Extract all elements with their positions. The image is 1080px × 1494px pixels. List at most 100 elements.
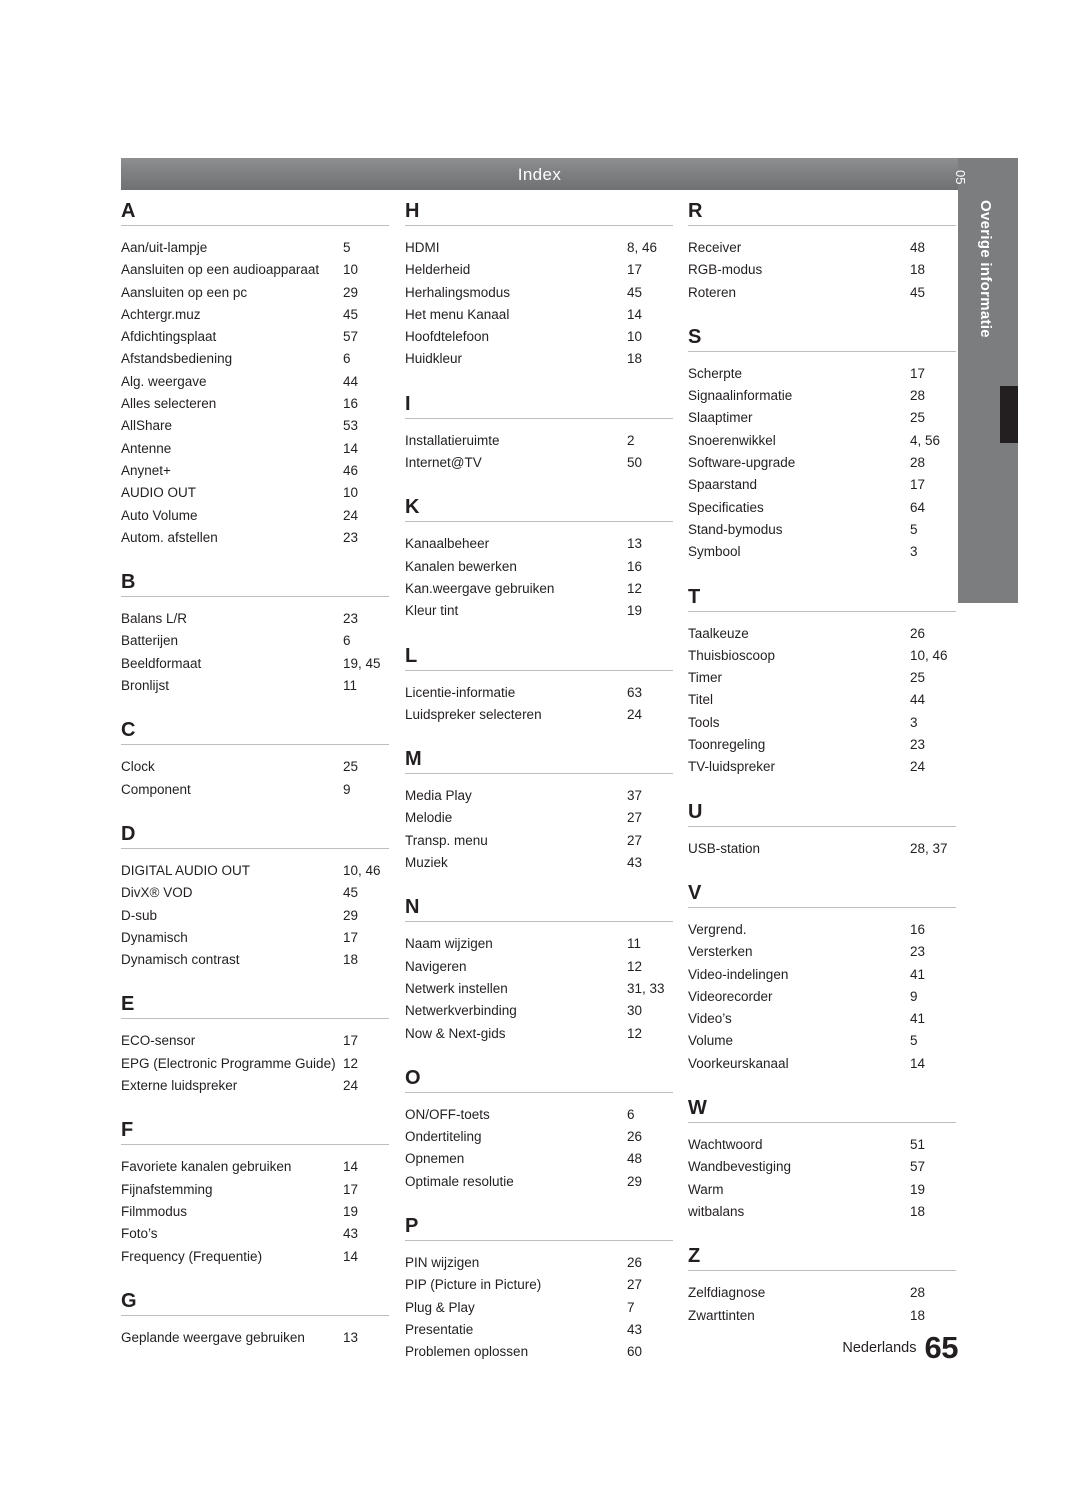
index-entry[interactable]: ECO-sensor 17 xyxy=(121,1030,389,1052)
index-entry[interactable]: Now & Next-gids 12 xyxy=(405,1023,673,1045)
index-entry[interactable]: Opnemen 48 xyxy=(405,1148,673,1170)
index-entry[interactable]: Roteren 45 xyxy=(688,282,956,304)
index-entry[interactable]: Licentie-informatie 63 xyxy=(405,682,673,704)
index-entry[interactable]: RGB-modus 18 xyxy=(688,259,956,281)
index-entry[interactable]: Symbool 3 xyxy=(688,541,956,563)
index-entry[interactable]: PIN wijzigen 26 xyxy=(405,1252,673,1274)
index-entry[interactable]: ON/OFF-toets 6 xyxy=(405,1104,673,1126)
index-entry[interactable]: Timer 25 xyxy=(688,667,956,689)
index-entry[interactable]: Externe luidspreker 24 xyxy=(121,1075,389,1097)
index-entry[interactable]: Clock 25 xyxy=(121,756,389,778)
index-entry[interactable]: AllShare 53 xyxy=(121,415,389,437)
index-entry[interactable]: Kanaalbeheer 13 xyxy=(405,533,673,555)
index-entry[interactable]: HDMI 8, 46 xyxy=(405,237,673,259)
index-entry[interactable]: Kan.weergave gebruiken 12 xyxy=(405,578,673,600)
index-entry[interactable]: Wachtwoord 51 xyxy=(688,1134,956,1156)
index-entry[interactable]: Auto Volume 24 xyxy=(121,505,389,527)
index-entry[interactable]: Alg. weergave 44 xyxy=(121,371,389,393)
index-entry[interactable]: Problemen oplossen 60 xyxy=(405,1341,673,1363)
index-entry[interactable]: Installatieruimte 2 xyxy=(405,430,673,452)
index-entry[interactable]: Component 9 xyxy=(121,779,389,801)
index-entry[interactable]: Receiver 48 xyxy=(688,237,956,259)
index-entry[interactable]: Titel 44 xyxy=(688,689,956,711)
index-entry[interactable]: Autom. afstellen 23 xyxy=(121,527,389,549)
index-entry[interactable]: Luidspreker selecteren 24 xyxy=(405,704,673,726)
index-entry[interactable]: Aansluiten op een audioapparaat 10 xyxy=(121,259,389,281)
index-entry[interactable]: Spaarstand 17 xyxy=(688,474,956,496)
index-entry[interactable]: Slaaptimer 25 xyxy=(688,407,956,429)
index-entry[interactable]: Batterijen 6 xyxy=(121,630,389,652)
index-entry[interactable]: TV-luidspreker 24 xyxy=(688,756,956,778)
index-entry[interactable]: D-sub 29 xyxy=(121,905,389,927)
index-entry[interactable]: Stand-bymodus 5 xyxy=(688,519,956,541)
index-entry[interactable]: EPG (Electronic Programme Guide) 12 xyxy=(121,1053,389,1075)
index-entry[interactable]: Foto’s 43 xyxy=(121,1223,389,1245)
index-entry[interactable]: Netwerkverbinding 30 xyxy=(405,1000,673,1022)
index-entry[interactable]: Balans L/R 23 xyxy=(121,608,389,630)
index-entry[interactable]: Thuisbioscoop 10, 46 xyxy=(688,645,956,667)
index-entry[interactable]: Media Play 37 xyxy=(405,785,673,807)
index-entry[interactable]: Antenne 14 xyxy=(121,438,389,460)
index-entry[interactable]: Video’s 41 xyxy=(688,1008,956,1030)
index-entry[interactable]: Fijnafstemming 17 xyxy=(121,1179,389,1201)
index-entry[interactable]: Geplande weergave gebruiken 13 xyxy=(121,1327,389,1349)
index-entry[interactable]: Muziek 43 xyxy=(405,852,673,874)
index-entry[interactable]: Dynamisch contrast 18 xyxy=(121,949,389,971)
index-entry[interactable]: Anynet+ 46 xyxy=(121,460,389,482)
index-entry[interactable]: Signaalinformatie 28 xyxy=(688,385,956,407)
index-entry[interactable]: AUDIO OUT 10 xyxy=(121,482,389,504)
index-entry[interactable]: Videorecorder 9 xyxy=(688,986,956,1008)
index-entry[interactable]: Achtergr.muz 45 xyxy=(121,304,389,326)
index-entry[interactable]: Herhalingsmodus 45 xyxy=(405,282,673,304)
index-entry[interactable]: Beeldformaat 19, 45 xyxy=(121,653,389,675)
index-entry[interactable]: Kleur tint 19 xyxy=(405,600,673,622)
index-entry[interactable]: Voorkeurskanaal 14 xyxy=(688,1053,956,1075)
index-entry[interactable]: Alles selecteren 16 xyxy=(121,393,389,415)
index-entry[interactable]: DIGITAL AUDIO OUT 10, 46 xyxy=(121,860,389,882)
index-entry[interactable]: Wandbevestiging 57 xyxy=(688,1156,956,1178)
index-entry[interactable]: Optimale resolutie 29 xyxy=(405,1171,673,1193)
index-entry[interactable]: Zelfdiagnose 28 xyxy=(688,1282,956,1304)
index-entry[interactable]: Snoerenwikkel 4, 56 xyxy=(688,430,956,452)
index-entry[interactable]: Versterken 23 xyxy=(688,941,956,963)
index-entry[interactable]: Huidkleur 18 xyxy=(405,348,673,370)
index-entry[interactable]: Frequency (Frequentie) 14 xyxy=(121,1246,389,1268)
index-entry[interactable]: USB-station 28, 37 xyxy=(688,838,956,860)
index-entry[interactable]: Melodie 27 xyxy=(405,807,673,829)
index-entry[interactable]: Software-upgrade 28 xyxy=(688,452,956,474)
index-entry[interactable]: Naam wijzigen 11 xyxy=(405,933,673,955)
index-entry[interactable]: Dynamisch 17 xyxy=(121,927,389,949)
index-entry[interactable]: Aansluiten op een pc 29 xyxy=(121,282,389,304)
index-entry[interactable]: Kanalen bewerken 16 xyxy=(405,556,673,578)
index-entry[interactable]: Bronlijst 11 xyxy=(121,675,389,697)
index-entry[interactable]: Taalkeuze 26 xyxy=(688,623,956,645)
index-entry[interactable]: Scherpte 17 xyxy=(688,363,956,385)
index-entry[interactable]: Afstandsbediening 6 xyxy=(121,348,389,370)
index-entry[interactable]: Het menu Kanaal 14 xyxy=(405,304,673,326)
index-entry[interactable]: Helderheid 17 xyxy=(405,259,673,281)
index-entry[interactable]: witbalans 18 xyxy=(688,1201,956,1223)
index-entry[interactable]: Transp. menu 27 xyxy=(405,830,673,852)
index-entry[interactable]: Netwerk instellen 31, 33 xyxy=(405,978,673,1000)
index-entry[interactable]: Ondertiteling 26 xyxy=(405,1126,673,1148)
index-entry-pages: 16 xyxy=(910,921,926,937)
index-entry[interactable]: DivX® VOD 45 xyxy=(121,882,389,904)
index-entry[interactable]: Filmmodus 19 xyxy=(121,1201,389,1223)
index-entry[interactable]: Afdichtingsplaat 57 xyxy=(121,326,389,348)
index-entry[interactable]: Video-indelingen 41 xyxy=(688,964,956,986)
index-entry[interactable]: Toonregeling 23 xyxy=(688,734,956,756)
index-entry[interactable]: Navigeren 12 xyxy=(405,956,673,978)
index-entry[interactable]: Tools 3 xyxy=(688,712,956,734)
index-entry[interactable]: Zwarttinten 18 xyxy=(688,1305,956,1327)
index-entry[interactable]: Hoofdtelefoon 10 xyxy=(405,326,673,348)
index-entry[interactable]: PIP (Picture in Picture) 27 xyxy=(405,1274,673,1296)
index-entry[interactable]: Presentatie 43 xyxy=(405,1319,673,1341)
index-entry[interactable]: Specificaties 64 xyxy=(688,497,956,519)
index-entry[interactable]: Favoriete kanalen gebruiken 14 xyxy=(121,1156,389,1178)
index-entry[interactable]: Volume 5 xyxy=(688,1030,956,1052)
index-entry[interactable]: Warm 19 xyxy=(688,1179,956,1201)
index-entry[interactable]: Vergrend. 16 xyxy=(688,919,956,941)
index-entry[interactable]: Aan/uit-lampje 5 xyxy=(121,237,389,259)
index-entry[interactable]: Internet@TV 50 xyxy=(405,452,673,474)
index-entry[interactable]: Plug & Play 7 xyxy=(405,1297,673,1319)
